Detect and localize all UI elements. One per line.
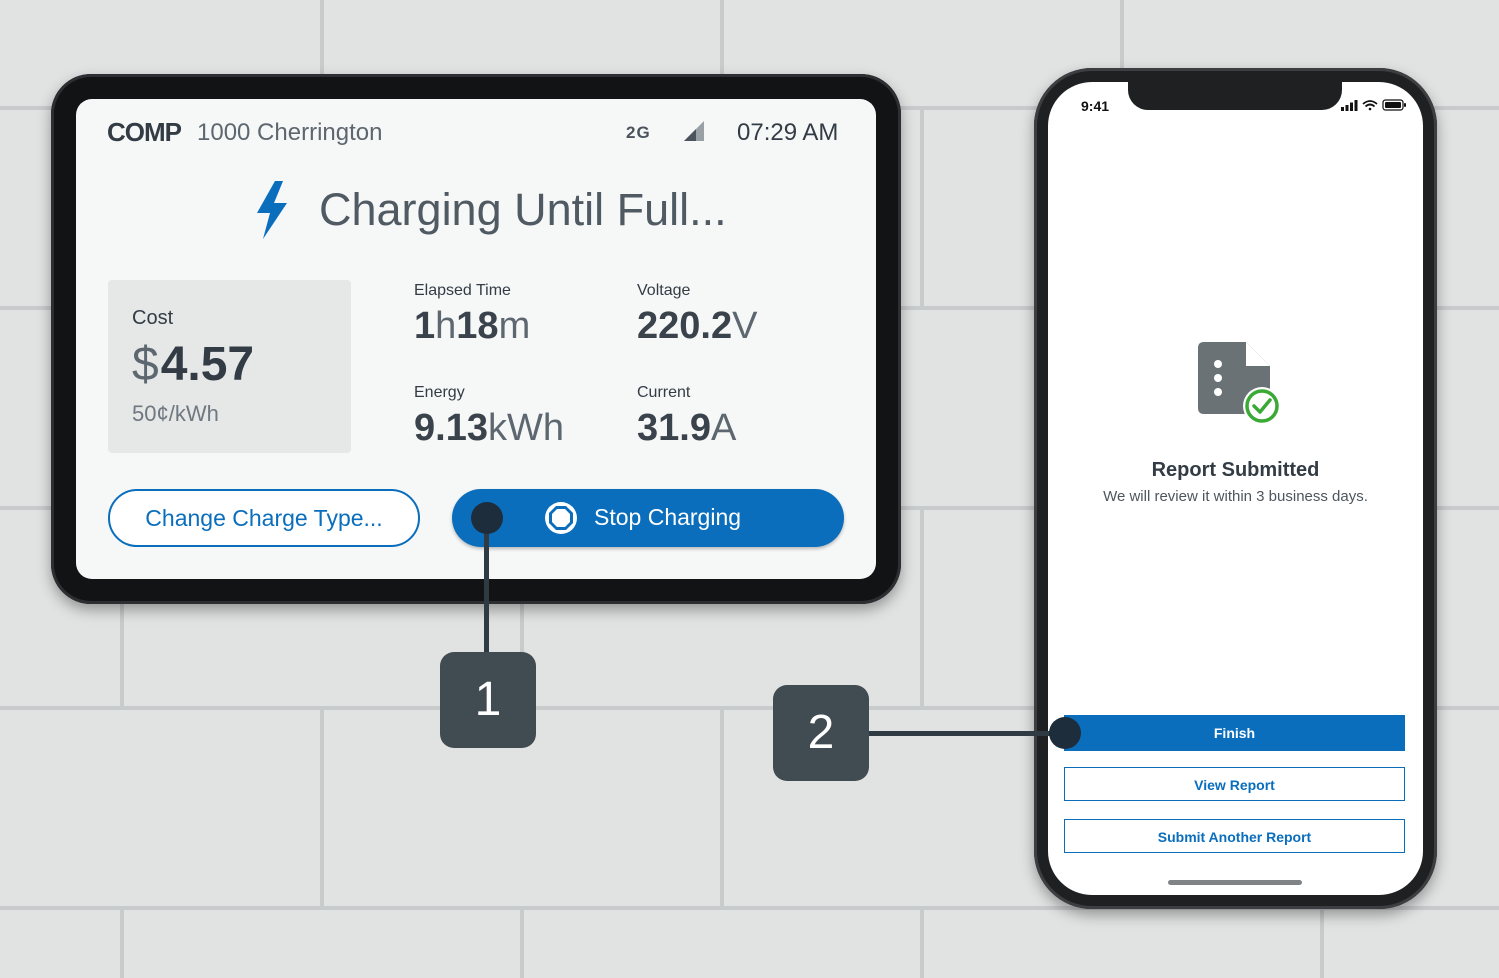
cost-rate: 50¢/kWh bbox=[132, 401, 219, 426]
elapsed-minutes-unit: m bbox=[498, 305, 531, 347]
stop-charging-label: Stop Charging bbox=[594, 504, 742, 530]
wifi-icon bbox=[1362, 100, 1378, 111]
report-submitted-icon bbox=[1198, 342, 1281, 425]
cost-amount: 4.57 bbox=[160, 338, 255, 391]
submit-another-report-button[interactable]: Submit Another Report bbox=[1064, 819, 1405, 853]
brand-logo: COMP bbox=[107, 117, 182, 147]
battery-icon bbox=[1382, 99, 1406, 111]
elapsed-time-label: Elapsed Time bbox=[414, 282, 511, 299]
cost-card: Cost $4.57 50¢/kWh bbox=[108, 280, 351, 453]
network-type: 2G bbox=[626, 123, 651, 142]
view-report-button[interactable]: View Report bbox=[1064, 767, 1405, 801]
voltage-number: 220.2 bbox=[637, 305, 733, 347]
lightning-bolt-icon bbox=[257, 181, 287, 239]
current-number: 31.9 bbox=[637, 407, 711, 449]
station-location: 1000 Cherrington bbox=[197, 119, 383, 146]
voltage-unit: V bbox=[732, 305, 758, 347]
phone-status-icons bbox=[1341, 99, 1406, 111]
finish-button[interactable]: Finish bbox=[1064, 715, 1405, 751]
energy-unit: kWh bbox=[487, 407, 564, 449]
callout-1-badge: 1 bbox=[440, 652, 536, 748]
home-indicator bbox=[1168, 880, 1302, 885]
elapsed-minutes: 18 bbox=[456, 305, 499, 347]
phone-status-time: 9:41 bbox=[1081, 98, 1110, 114]
report-submitted-subtitle: We will review it within 3 business days… bbox=[1103, 488, 1368, 505]
current-value: 31.9A bbox=[637, 407, 736, 450]
current-unit: A bbox=[710, 407, 737, 449]
charging-status-title: Charging Until Full... bbox=[319, 184, 727, 235]
voltage-label: Voltage bbox=[637, 282, 691, 299]
callout-1-anchor-dot bbox=[471, 502, 503, 534]
cost-value: $4.57 bbox=[132, 337, 254, 392]
elapsed-time-value: 1h18m bbox=[414, 305, 530, 348]
energy-value: 9.13kWh bbox=[414, 407, 564, 450]
energy-number: 9.13 bbox=[414, 407, 488, 449]
currency-symbol: $ bbox=[132, 338, 159, 391]
phone-device: 9:41 Report Submitted We will review it … bbox=[1034, 68, 1437, 909]
phone-notch bbox=[1128, 82, 1342, 110]
device-clock: 07:29 AM bbox=[737, 119, 839, 146]
elapsed-hours: 1 bbox=[414, 305, 436, 347]
report-submitted-title: Report Submitted bbox=[1151, 459, 1320, 481]
cellular-signal-icon bbox=[1341, 100, 1358, 111]
phone-screen: 9:41 Report Submitted We will review it … bbox=[1048, 82, 1423, 895]
energy-label: Energy bbox=[414, 384, 465, 401]
stop-octagon-icon bbox=[545, 502, 577, 534]
callout-2-anchor-dot bbox=[1049, 717, 1081, 749]
current-label: Current bbox=[637, 384, 691, 401]
cost-label: Cost bbox=[132, 307, 174, 329]
callout-1-connector bbox=[484, 519, 489, 654]
change-charge-type-button[interactable]: Change Charge Type... bbox=[108, 489, 420, 547]
stop-charging-button[interactable]: Stop Charging bbox=[452, 489, 844, 547]
voltage-value: 220.2V bbox=[637, 305, 757, 348]
signal-strength-icon bbox=[684, 121, 704, 141]
elapsed-hours-unit: h bbox=[435, 305, 457, 347]
callout-2-badge: 2 bbox=[773, 685, 869, 781]
callout-2-connector bbox=[866, 731, 1066, 736]
